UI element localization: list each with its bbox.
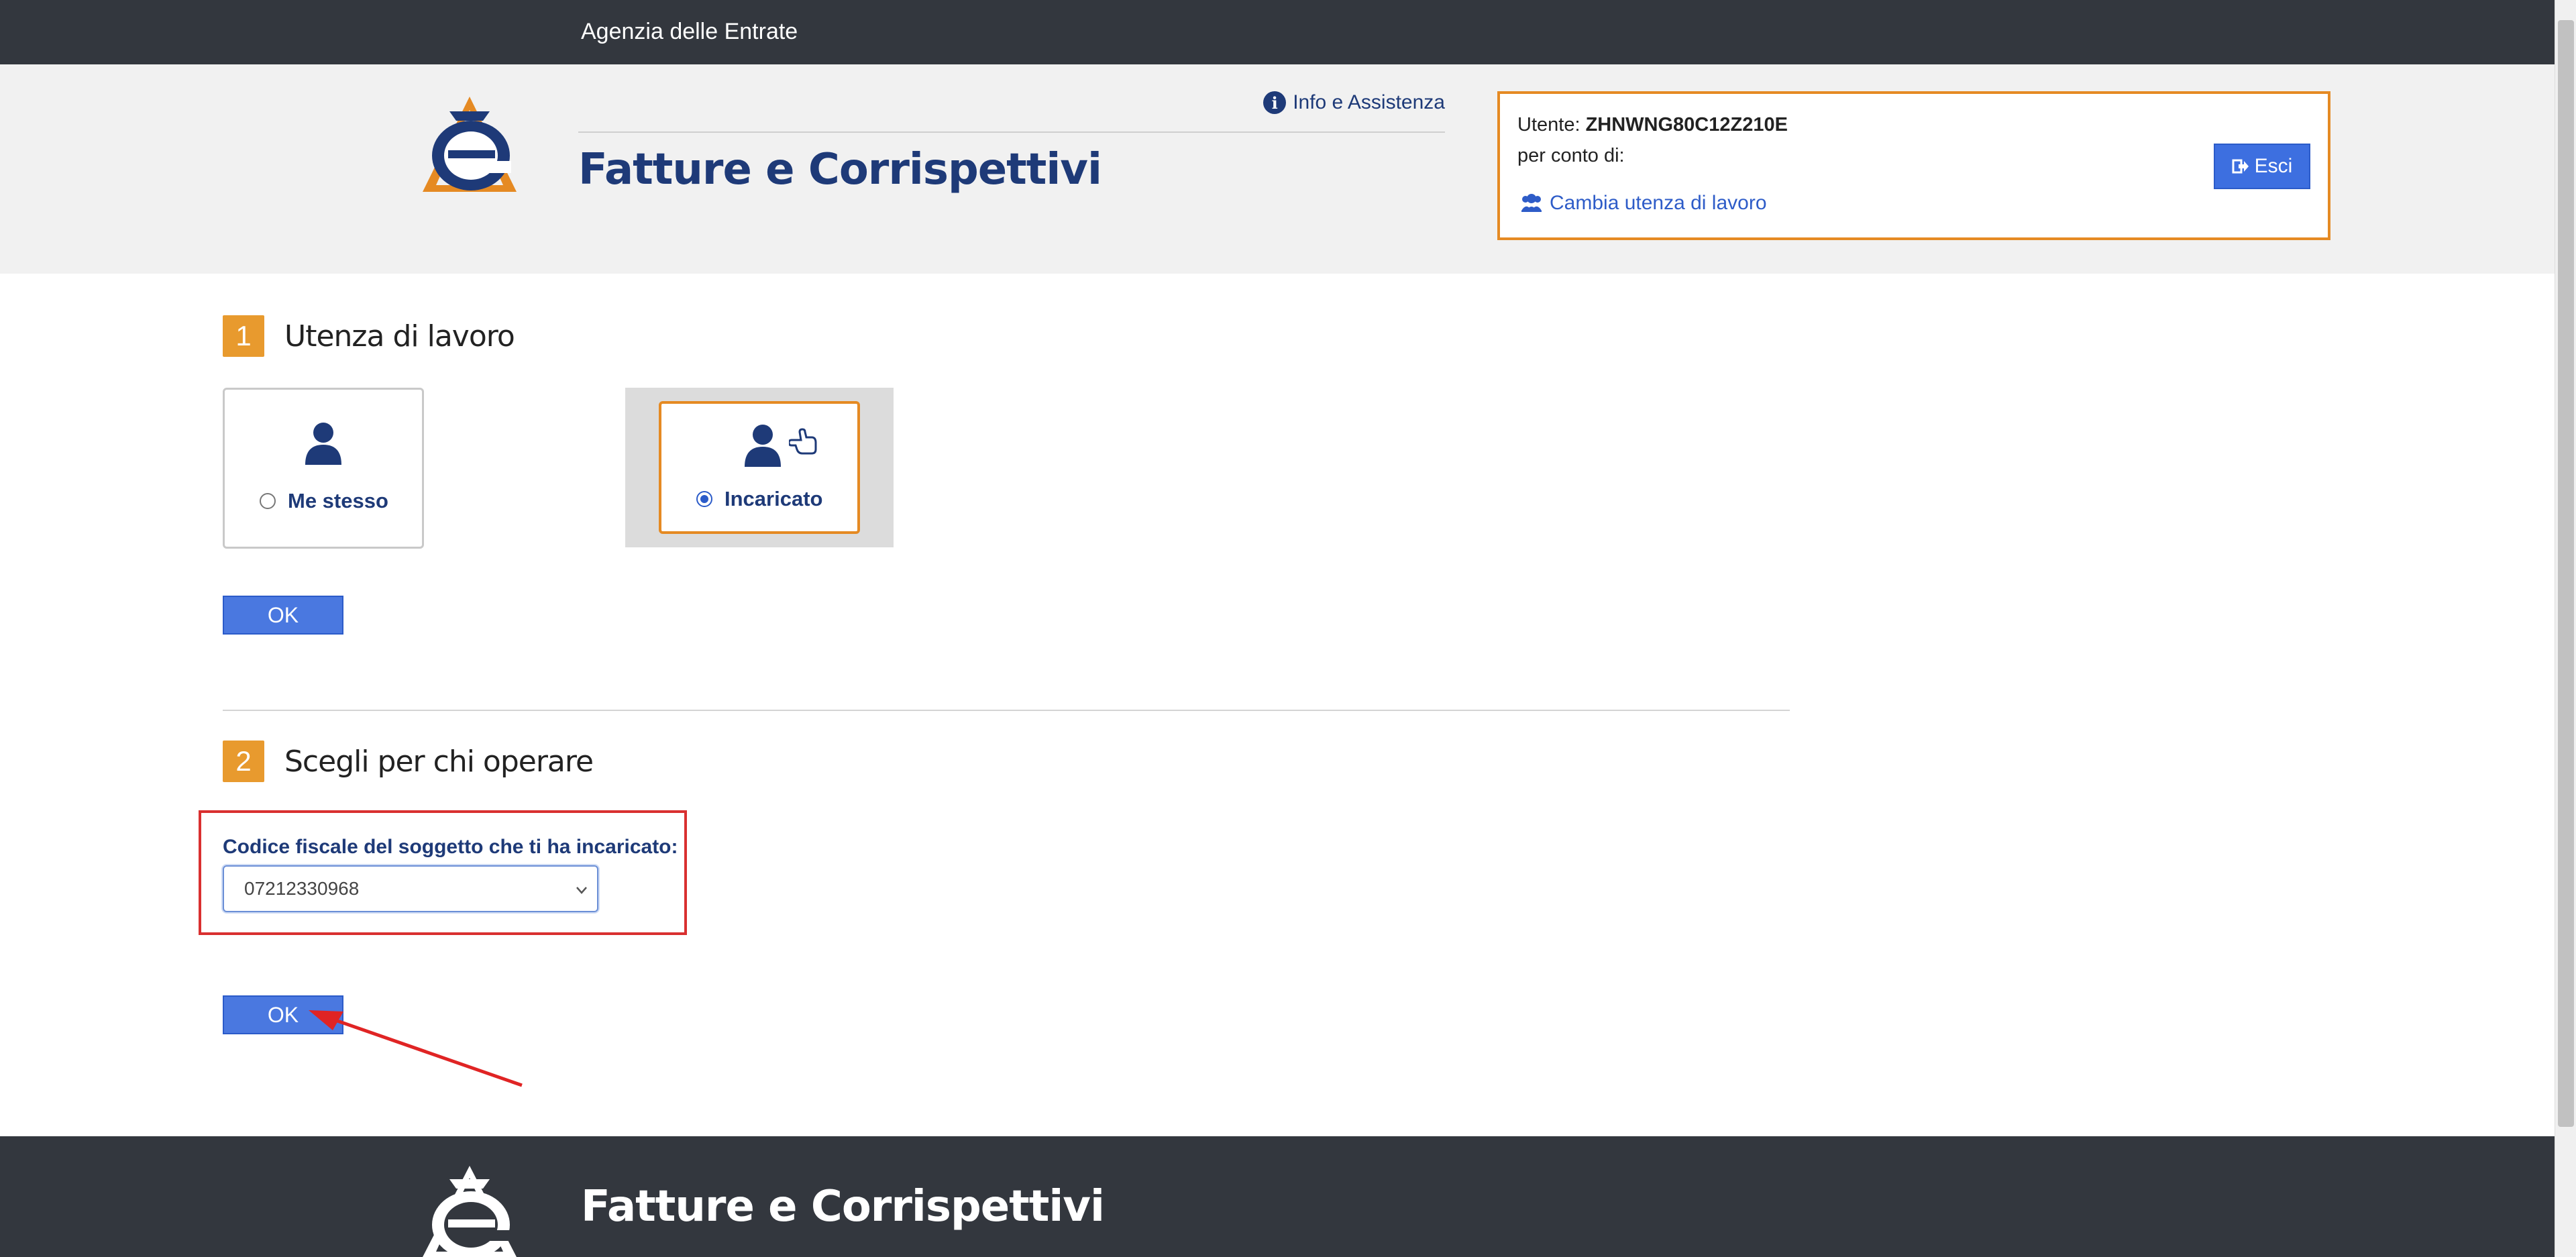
radio-me-stesso[interactable] [260, 493, 276, 509]
sign-out-icon [2232, 159, 2249, 174]
chevron-down-icon [576, 887, 587, 894]
option-me-stesso-card[interactable]: Me stesso [223, 388, 424, 549]
change-workspace-link[interactable]: Cambia utenza di lavoro [1520, 192, 1767, 215]
step-1-ok-button[interactable]: OK [223, 596, 343, 635]
footer-title: Fatture e Corrispettivi [581, 1182, 1105, 1232]
scrollbar-thumb[interactable] [2558, 20, 2574, 1127]
step-1-badge: 1 [223, 315, 264, 357]
logout-label: Esci [2254, 155, 2293, 177]
top-bar: Agenzia delle Entrate [0, 0, 2555, 64]
tax-code-label: Codice fiscale del soggetto che ti ha in… [223, 836, 678, 858]
agency-logo [423, 97, 517, 192]
footer: Fatture e Corrispettivi [0, 1136, 2555, 1257]
user-label: Utente: [1517, 114, 1580, 135]
step-1-title: Utenza di lavoro [284, 319, 515, 353]
info-link-label: Info e Assistenza [1293, 91, 1445, 113]
header-divider [578, 131, 1445, 133]
info-assistance-link[interactable]: i Info e Assistenza [1263, 91, 1445, 114]
change-workspace-label: Cambia utenza di lavoro [1550, 192, 1767, 214]
pointing-hand-icon [789, 428, 817, 455]
users-icon [1521, 194, 1542, 212]
red-arrow-annotation [309, 1010, 523, 1087]
info-icon: i [1263, 91, 1287, 114]
radio-incaricato[interactable] [696, 491, 712, 507]
option-incaricato-label: Incaricato [724, 487, 823, 510]
person-icon [305, 423, 341, 465]
agency-name: Agenzia delle Entrate [581, 19, 798, 44]
option-incaricato[interactable]: Incaricato [696, 487, 822, 511]
vertical-scrollbar[interactable] [2555, 0, 2576, 1257]
logout-button[interactable]: Esci [2214, 144, 2310, 189]
page-title: Fatture e Corrispettivi [578, 145, 1102, 195]
user-row: Utente: ZHNWNG80C12Z210E [1517, 114, 1788, 136]
user-code: ZHNWNG80C12Z210E [1585, 114, 1788, 135]
tax-code-selected-value: 07212330968 [244, 878, 360, 899]
section-divider [223, 710, 1790, 711]
on-behalf-label: per conto di: [1517, 145, 1625, 166]
option-me-stesso-label: Me stesso [288, 489, 388, 512]
step-2-badge: 2 [223, 741, 264, 782]
step-2-title: Scegli per chi operare [284, 745, 594, 779]
person-icon [745, 425, 781, 467]
header: Fatture e Corrispettivi i Info e Assiste… [0, 64, 2555, 274]
tax-code-select[interactable]: 07212330968 [223, 865, 598, 912]
option-me-stesso[interactable]: Me stesso [260, 489, 388, 513]
option-incaricato-card[interactable]: Incaricato [659, 401, 860, 534]
user-panel: Utente: ZHNWNG80C12Z210E per conto di: C… [1497, 91, 2330, 240]
footer-agency-logo [423, 1166, 517, 1257]
